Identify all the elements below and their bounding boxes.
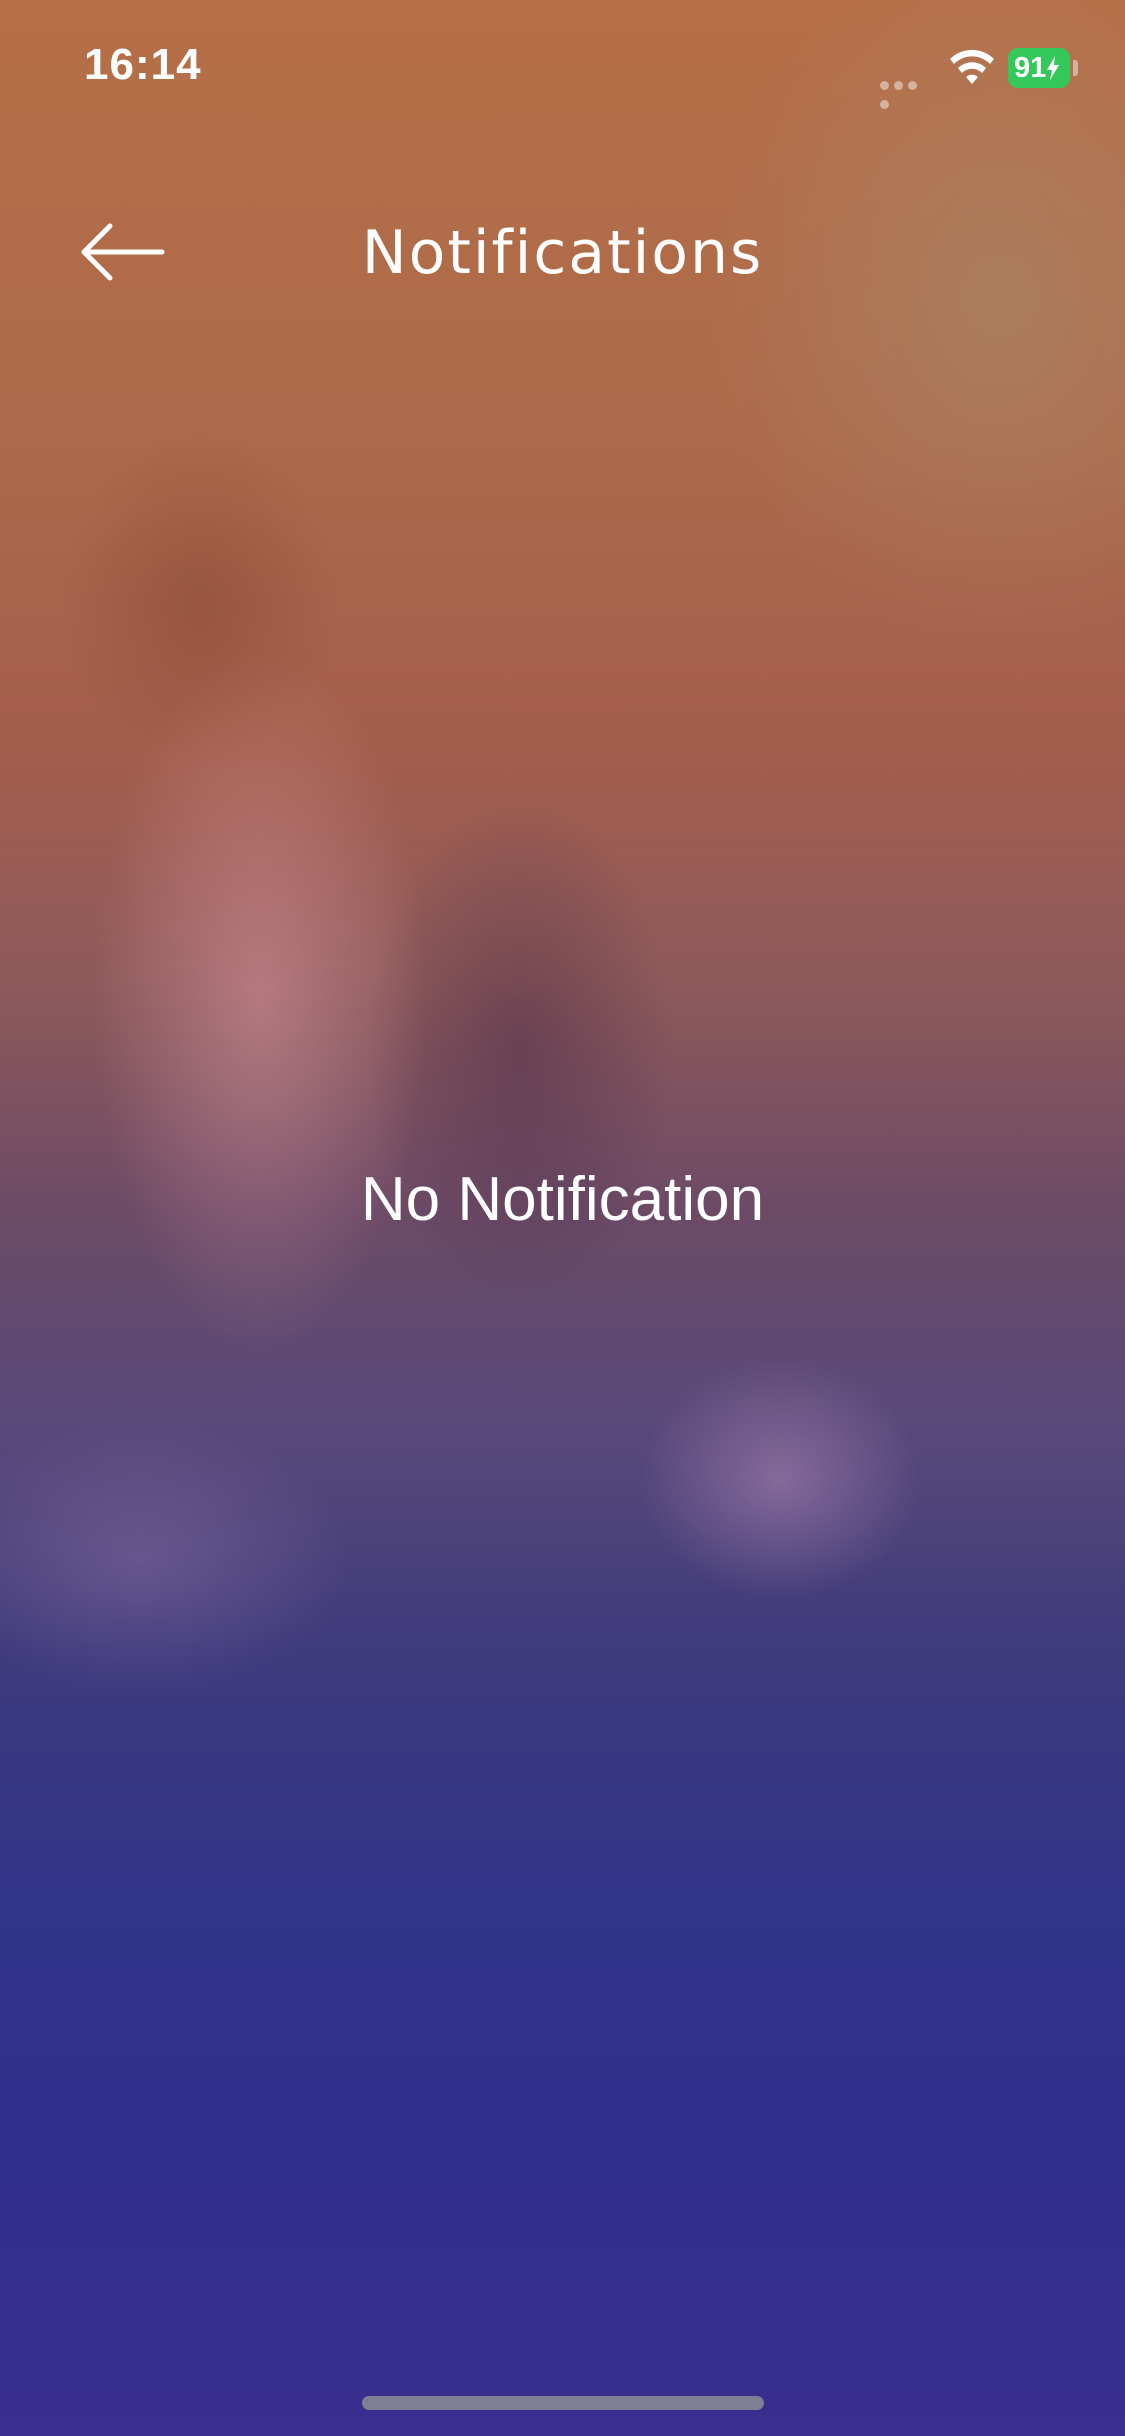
status-time: 16:14 [84,40,202,89]
charging-bolt-icon [1047,56,1060,80]
battery-level: 91 [1014,52,1047,84]
battery-tip [1073,60,1078,76]
wifi-icon [950,49,994,84]
home-indicator[interactable] [362,2396,764,2410]
battery-charging-icon: 91 [1008,48,1070,88]
page-title: Notifications [361,218,764,288]
status-bar: 16:14 91 [0,0,1125,130]
navigation-header: Notifications [0,200,1125,300]
empty-state-message: No Notification [360,1165,765,1234]
cellular-signal-icon [880,75,934,109]
